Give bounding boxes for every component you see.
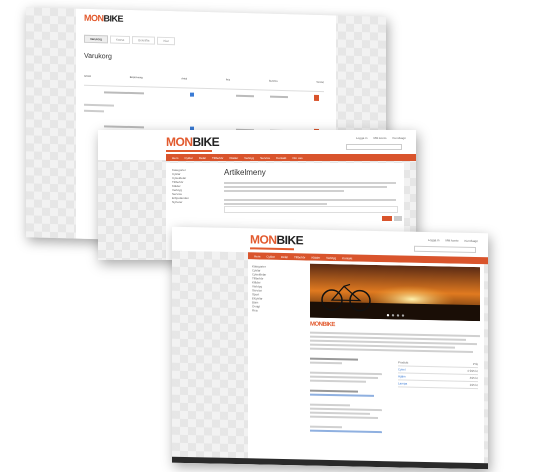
page-title: Artikelmeny [224, 168, 266, 177]
news-column [310, 356, 390, 436]
screenshot-home: MONBIKE Logga in Mitt konto Kundvagn Hem… [172, 226, 488, 470]
nav-item[interactable]: Kläder [229, 156, 238, 160]
nav-item[interactable]: Delar [199, 156, 206, 160]
tab-confirm[interactable]: Bekräfta [132, 36, 156, 45]
sidebar: Kategorier Cyklar Cykeldelar Tillbehör K… [172, 168, 218, 204]
quantity-input[interactable] [190, 92, 194, 97]
product-table: Produkt Pris Cykel 4 995 kr Hjälm 495 kr La… [398, 359, 478, 390]
account-link[interactable]: Mitt konto [445, 238, 458, 242]
cart-link[interactable]: Kundvagn [392, 136, 406, 140]
nav-item[interactable]: Hem [172, 156, 178, 160]
cancel-button[interactable] [394, 216, 402, 221]
page-title: Varukorg [84, 52, 112, 61]
nav-item[interactable]: Hem [254, 254, 260, 258]
nav-item[interactable]: Service [260, 156, 270, 160]
nav-item[interactable]: Cyklar [266, 254, 275, 258]
nav-item[interactable]: Delar [281, 254, 288, 258]
nav-item[interactable]: Kontakt [342, 256, 352, 260]
login-link[interactable]: Logga in [428, 238, 440, 242]
article-text [224, 180, 396, 207]
tab-checkout[interactable]: Kassa [109, 35, 131, 45]
hero-banner [310, 263, 480, 322]
search-input[interactable] [414, 245, 476, 254]
cart-link[interactable]: Kundvagn [464, 239, 478, 243]
table-header: Artikel Beskrivning Antal Pris Summa Ta bort [84, 74, 324, 85]
login-link[interactable]: Logga in [356, 136, 368, 140]
welcome-text [310, 330, 480, 356]
nav-item[interactable]: Tillbehör [212, 156, 223, 160]
account-link[interactable]: Mitt konto [373, 136, 386, 140]
logo: MONBIKE [166, 135, 220, 149]
logo: MONBIKE [250, 232, 304, 248]
sidebar-item[interactable]: Nyheter [172, 200, 218, 204]
nav-item[interactable]: Verktyg [326, 255, 336, 259]
nav-item[interactable]: Kontakt [276, 156, 286, 160]
article-select[interactable] [224, 206, 398, 213]
welcome-title: MONBIKE [310, 321, 335, 329]
remove-button[interactable] [314, 94, 319, 101]
cart-tabs: Varukorg Kassa Bekräfta Klar [84, 34, 175, 46]
nav-item[interactable]: Om oss [292, 156, 302, 160]
nav-item[interactable]: Cyklar [184, 156, 193, 160]
submit-button[interactable] [382, 216, 392, 221]
nav-item[interactable]: Kläder [311, 255, 320, 259]
nav-item[interactable]: Verktyg [244, 156, 254, 160]
search-input[interactable] [346, 144, 402, 150]
main-nav: Hem Cyklar Delar Tillbehör Kläder Verkty… [166, 154, 416, 161]
tab-done[interactable]: Klar [157, 36, 175, 46]
logo: MONBIKE [84, 12, 124, 24]
sidebar: Kategorier Cyklar Cykeldelar Tillbehör K… [252, 264, 304, 313]
tab-cart[interactable]: Varukorg [84, 34, 108, 44]
top-links: Logga in Mitt konto Kundvagn [356, 136, 406, 140]
nav-item[interactable]: Tillbehör [294, 255, 305, 259]
